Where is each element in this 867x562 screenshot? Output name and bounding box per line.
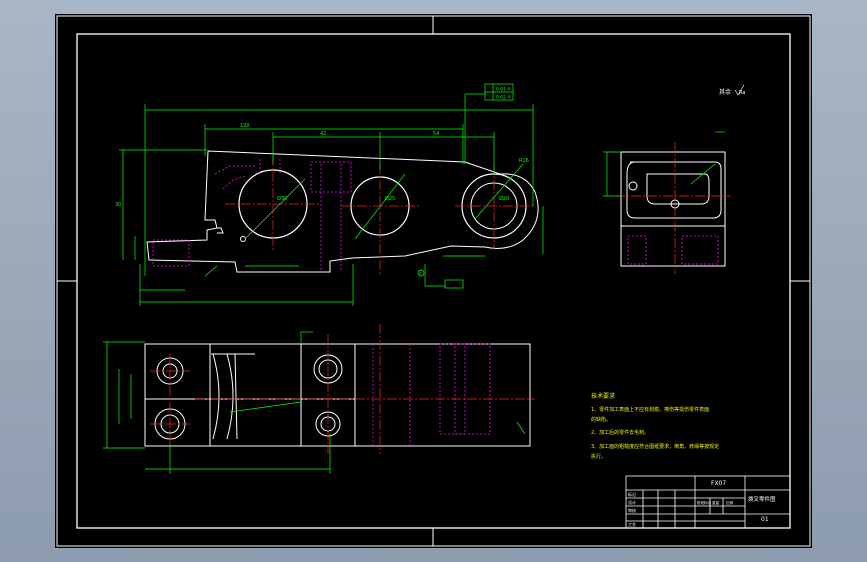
dimension-value-6: Ø30	[277, 195, 287, 202]
tech-requirements: 技术要求 1、零件加工表面上不应有划痕、擦伤等损伤零件表面 的缺陷。 2、加工后…	[591, 392, 719, 460]
tolerance-row-1: 0.01 A	[496, 87, 511, 93]
title-block-row-2: 设计	[628, 499, 636, 505]
tech-requirements-item-3: 2、加工后的零件去毛刺。	[591, 429, 649, 436]
dimension-value-2: 42	[320, 131, 326, 137]
roughness-symbol: Ra	[739, 90, 745, 96]
tech-requirements-heading: 技术要求	[591, 392, 615, 400]
tolerance-frame[interactable]: 0.01 A 0.02 A	[484, 83, 514, 101]
front-dimensions[interactable]	[119, 93, 544, 306]
dimension-value-4: 30	[115, 202, 121, 208]
tech-requirements-item-1: 1、零件加工表面上不应有划痕、擦伤等损伤零件表面	[591, 406, 709, 413]
roughness-note: 其余	[719, 88, 731, 96]
title-block-row-4: 工艺	[628, 522, 636, 527]
dimension-labels: 120 42 54 30 R16 Ø30 Ø25 Ø20	[115, 123, 529, 208]
tech-requirements-item-4: 3、加工面的粗糙度应符合图纸要求，倒角、修缘等按规定	[591, 443, 719, 450]
tech-requirements-item-5: 执行。	[591, 453, 606, 460]
datum-label: A	[419, 271, 422, 276]
tech-requirements-item-2: 的缺陷。	[591, 416, 611, 423]
drawing-sheet: 0.01 A 0.02 A A 120 42 54 30 R16 Ø30 Ø25…	[55, 14, 812, 548]
dimension-value-1: 120	[240, 123, 250, 129]
title-block-col-3: 比例	[726, 500, 734, 505]
drawing-canvas: 0.01 A 0.02 A A 120 42 54 30 R16 Ø30 Ø25…	[56, 15, 811, 547]
title-block-title: 拨叉零件图	[748, 495, 776, 503]
tolerance-row-2: 0.02 A	[496, 95, 511, 101]
hidden-lines	[152, 159, 352, 272]
dimension-value-8: Ø20	[499, 195, 509, 202]
title-block-part-code: FX07	[711, 480, 726, 487]
dimension-value-3: 54	[433, 131, 439, 137]
title-block-row-1: 标记	[628, 491, 636, 497]
title-block-sheet: 01	[761, 516, 769, 523]
title-block: FX07 拨叉零件图 01 标记 设计 审核 工艺 阶段标记 重量 比例	[625, 475, 791, 529]
dimension-value-5: R16	[519, 158, 529, 164]
title-block-col-2: 重量	[712, 500, 720, 505]
dimension-value-7: Ø25	[385, 195, 395, 202]
front-view: 0.01 A 0.02 A A 120 42 54 30 R16 Ø30 Ø25…	[115, 83, 544, 306]
top-view	[103, 324, 535, 474]
title-block-col-1: 阶段标记	[697, 500, 711, 505]
title-block-row-3: 审核	[628, 507, 636, 513]
front-view-outline	[146, 150, 539, 273]
side-view: 其余 Ra	[603, 84, 745, 274]
